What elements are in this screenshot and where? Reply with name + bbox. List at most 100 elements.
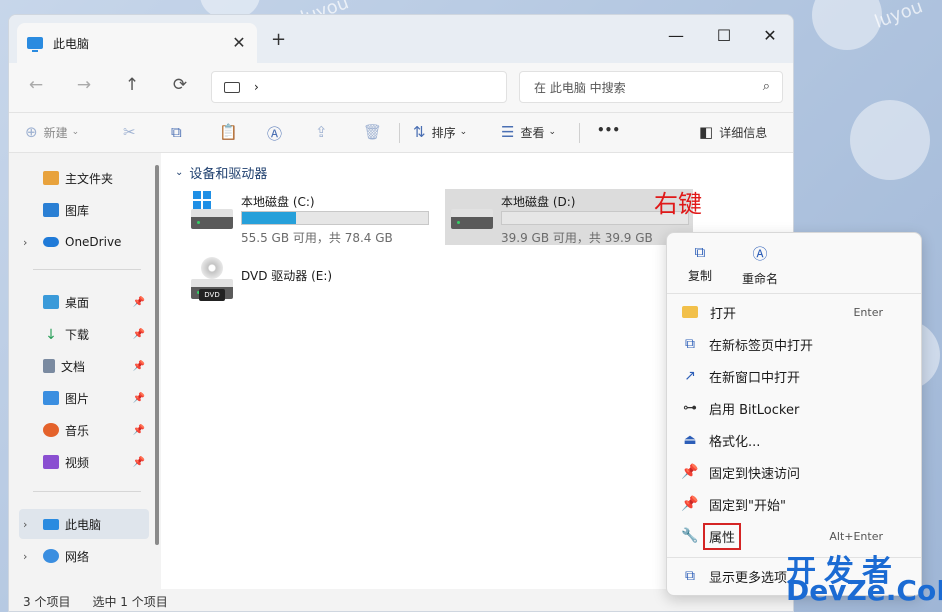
details-pane-icon: ◧ [699,123,714,141]
tab-close-button[interactable]: ✕ [229,33,249,52]
gallery-icon [43,203,59,217]
minimize-button[interactable]: — [653,21,699,51]
menu-item-label: 打开 [710,306,737,322]
copy-icon: ⧉ [694,243,706,261]
forward-button[interactable]: → [69,75,99,95]
address-field[interactable]: › [211,71,507,103]
up-button[interactable]: ↑ [117,75,147,95]
sidebar-item-label: 音乐 [65,423,90,438]
chevron-right-icon[interactable]: › [23,236,27,249]
view-button[interactable]: ☰ 查看 ⌄ [501,123,556,141]
sidebar-item-downloads[interactable]: ↓ 下载 📌 [19,319,149,349]
pin-icon[interactable]: 📌 [133,457,145,468]
menu-item-label: 在新标签页中打开 [709,338,814,354]
sidebar-item-label: 下载 [65,327,90,342]
new-button[interactable]: ⊕ 新建 ⌄ [25,123,79,141]
menu-item-open[interactable]: 打开 Enter [667,297,921,327]
show-more-icon: ⧉ [685,568,695,584]
pin-icon[interactable]: 📌 [133,329,145,340]
format-icon: ⏏ [683,432,697,448]
sidebar-item-network[interactable]: › 网络 [19,541,149,571]
menu-copy-button[interactable]: ⧉ 复制 [675,243,725,284]
copy-icon[interactable]: ⧉ [171,123,188,141]
pin-icon[interactable]: 📌 [133,393,145,404]
sidebar-divider [33,491,141,492]
address-bar-row: ← → ↑ ⟳ › 在 此电脑 中搜索 ⌕ [9,63,793,113]
chevron-down-icon: ⌄ [548,127,557,137]
sidebar-item-home[interactable]: 主文件夹 [19,163,149,193]
search-input[interactable]: 在 此电脑 中搜索 ⌕ [519,71,783,103]
pin-icon[interactable]: 📌 [133,361,145,372]
drive-usage-bar [241,211,429,225]
menu-item-pin-start[interactable]: 📌 固定到"开始" [667,489,921,519]
new-label: 新建 [43,125,68,140]
drive-name: 本地磁盘 (C:) [241,195,315,209]
pin-icon[interactable]: 📌 [133,297,145,308]
drive-name: 本地磁盘 (D:) [501,195,576,209]
menu-item-label: 在新窗口中打开 [709,370,801,386]
sidebar-divider [33,269,141,270]
back-button[interactable]: ← [21,75,51,95]
item-count: 3 个项目 [23,594,71,609]
watermark-badge [850,100,930,180]
menu-item-label: 启用 BitLocker [709,402,800,418]
menu-accelerator: Enter [853,305,883,319]
paste-icon[interactable]: 📋 [219,123,244,141]
sidebar-item-label: 此电脑 [65,517,102,532]
menu-item-open-new-tab[interactable]: ⧉ 在新标签页中打开 [667,329,921,359]
sidebar-item-label: 桌面 [65,295,90,310]
sidebar-item-label: 文档 [61,359,86,374]
close-button[interactable]: ✕ [747,21,793,51]
rename-icon[interactable]: Ⓐ [267,123,288,144]
sidebar-item-videos[interactable]: 视频 📌 [19,447,149,477]
watermark-brand-url: DevZe.CoM [786,574,942,607]
menu-item-bitlocker[interactable]: ⊶ 启用 BitLocker [667,393,921,423]
breadcrumb-chevron-icon[interactable]: › [254,80,259,94]
tab-bar: 此电脑 ✕ + — ☐ ✕ [9,15,793,63]
chevron-down-icon: ⌄ [71,127,80,137]
folder-icon [682,306,698,318]
toolbar-divider [399,123,400,143]
chevron-right-icon[interactable]: › [23,550,27,563]
sidebar-item-pictures[interactable]: 图片 📌 [19,383,149,413]
share-icon[interactable]: ⇪ [315,123,334,141]
menu-rename-button[interactable]: Ⓐ 重命名 [735,243,785,287]
sidebar-item-gallery[interactable]: 图库 [19,195,149,225]
new-tab-button[interactable]: + [271,29,286,50]
chevron-down-icon: ⌄ [459,127,468,137]
menu-rename-label: 重命名 [741,272,778,286]
drive-c[interactable]: 本地磁盘 (C:) 55.5 GB 可用，共 78.4 GB [185,189,433,245]
sidebar-item-desktop[interactable]: 桌面 📌 [19,287,149,317]
sidebar-scrollbar[interactable] [155,165,159,545]
delete-icon[interactable]: 🗑 [363,123,388,141]
group-header[interactable]: ⌄ 设备和驱动器 [175,163,267,182]
sidebar-item-this-pc[interactable]: › 此电脑 [19,509,149,539]
pin-icon[interactable]: 📌 [133,425,145,436]
chevron-right-icon[interactable]: › [23,518,27,531]
cloud-icon [43,237,59,247]
sidebar-item-onedrive[interactable]: › OneDrive [19,227,149,257]
more-options-button[interactable]: ••• [597,123,620,137]
tab-this-pc[interactable]: 此电脑 ✕ [17,23,257,63]
hard-drive-icon [451,199,495,237]
search-icon: ⌕ [762,79,770,94]
details-button[interactable]: ◧ 详细信息 [699,123,767,141]
maximize-button[interactable]: ☐ [701,21,747,51]
toolbar-divider [579,123,580,143]
menu-accelerator: Alt+Enter [829,529,883,543]
drive-e[interactable]: DVD DVD 驱动器 (E:) [185,257,433,313]
sidebar-item-music[interactable]: 音乐 📌 [19,415,149,445]
view-label: 查看 [520,125,545,140]
menu-item-format[interactable]: ⏏ 格式化... [667,425,921,455]
sidebar-item-label: 图片 [65,391,90,406]
sort-button[interactable]: ⇅ 排序 ⌄ [413,123,467,141]
menu-item-pin-quick-access[interactable]: 📌 固定到快速访问 [667,457,921,487]
key-icon: ⊶ [683,400,697,416]
sidebar-item-documents[interactable]: 文档 📌 [19,351,149,381]
refresh-button[interactable]: ⟳ [165,75,195,95]
selected-count: 选中 1 个项目 [92,594,168,609]
group-title: 设备和驱动器 [189,167,268,182]
cut-icon[interactable]: ✂ [123,123,142,141]
menu-item-open-new-window[interactable]: ↗ 在新窗口中打开 [667,361,921,391]
details-label: 详细信息 [719,125,768,140]
